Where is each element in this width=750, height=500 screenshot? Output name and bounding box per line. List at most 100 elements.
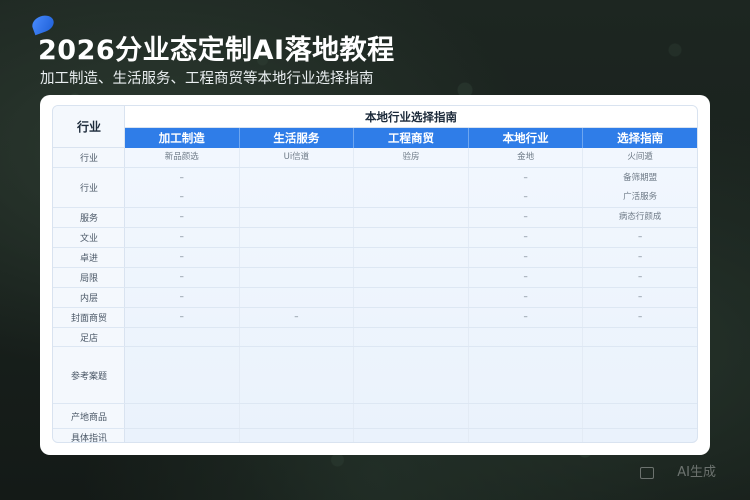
cell-text: – bbox=[523, 292, 528, 302]
table-cell bbox=[354, 248, 469, 267]
table-cell bbox=[354, 404, 469, 428]
table-cell bbox=[240, 288, 355, 307]
cell-text: 广活服务 bbox=[623, 191, 658, 202]
table-row: 行业 – – – – 备筛期盟 广活服务 bbox=[53, 168, 697, 208]
table-cell: – bbox=[583, 268, 697, 287]
column-header: 工程商贸 bbox=[354, 128, 469, 148]
industry-table: 行业 本地行业选择指南 加工制造 生活服务 工程商贸 本地行业 选择指南 行业新… bbox=[52, 105, 698, 443]
table-cell: – – bbox=[469, 168, 584, 207]
table-cell: 备筛期盟 广活服务 bbox=[583, 168, 697, 207]
table-cell: – bbox=[469, 248, 584, 267]
table-cell: – bbox=[125, 268, 240, 287]
table-row: 足店 bbox=[53, 328, 697, 347]
table-row: 参考案题 bbox=[53, 347, 697, 404]
cell-text: – bbox=[523, 232, 528, 242]
cell-text: – bbox=[179, 292, 184, 302]
table-cell bbox=[354, 288, 469, 307]
cell-text: – bbox=[179, 272, 184, 282]
cell-text: – bbox=[523, 272, 528, 282]
table-cell bbox=[469, 404, 584, 428]
table-cell: – bbox=[469, 308, 584, 327]
column-header: 本地行业 bbox=[468, 128, 584, 148]
table-cell: 火间遁 bbox=[583, 148, 697, 167]
corner-label: 行业 bbox=[53, 106, 125, 148]
table-cell bbox=[583, 328, 697, 346]
cell-text: – bbox=[179, 232, 184, 242]
table-cell bbox=[354, 308, 469, 327]
table-cell: – bbox=[469, 228, 584, 247]
table-cell: – bbox=[583, 248, 697, 267]
table-cell bbox=[354, 228, 469, 247]
table-cell bbox=[354, 168, 469, 207]
table-cell: 病态行颜成 bbox=[583, 208, 697, 227]
cell-text: – bbox=[523, 191, 528, 202]
table-cell bbox=[354, 208, 469, 227]
table-cell bbox=[125, 404, 240, 428]
table-cell bbox=[583, 404, 697, 428]
table-cell: – bbox=[125, 288, 240, 307]
row-label: 卓进 bbox=[79, 254, 98, 264]
table-cell bbox=[583, 429, 697, 442]
table-cell: – bbox=[240, 308, 355, 327]
cell-text: 验房 bbox=[402, 152, 420, 162]
row-label: 行业 bbox=[79, 154, 98, 164]
table-cell bbox=[354, 429, 469, 442]
cell-text: – bbox=[638, 312, 643, 322]
table-cell bbox=[240, 248, 355, 267]
table-row: 具体指讯 bbox=[53, 429, 697, 443]
table-cell: – bbox=[125, 248, 240, 267]
table-row: 封面商贸 – – – – bbox=[53, 308, 697, 328]
column-header: 选择指南 bbox=[583, 128, 697, 148]
table-cell bbox=[240, 347, 355, 403]
table-cell: – bbox=[469, 268, 584, 287]
table-row: 服务 – – 病态行颜成 bbox=[53, 208, 697, 228]
table-cell: 验房 bbox=[354, 148, 469, 167]
table-cell bbox=[240, 328, 355, 346]
table-row: 内层 – – – bbox=[53, 288, 697, 308]
cell-text: – bbox=[638, 252, 643, 262]
row-label: 足店 bbox=[79, 333, 98, 344]
cell-text: – bbox=[523, 312, 528, 322]
cell-text: 火间遁 bbox=[627, 152, 653, 162]
table-cell bbox=[354, 328, 469, 346]
cell-text: – bbox=[179, 212, 184, 222]
table-cell: Ui信道 bbox=[240, 148, 355, 167]
ai-badge-icon bbox=[640, 467, 654, 479]
page-title: 2026分业态定制AI落地教程 bbox=[38, 35, 395, 66]
watermark: AI生成 bbox=[677, 465, 716, 480]
cell-text: – bbox=[294, 312, 299, 322]
table-cell bbox=[354, 268, 469, 287]
cell-text: – bbox=[523, 212, 528, 222]
cell-text: – bbox=[179, 172, 184, 183]
page-subtitle: 加工制造、生活服务、工程商贸等本地行业选择指南 bbox=[40, 71, 374, 87]
cell-text: – bbox=[179, 191, 184, 202]
table-cell: – bbox=[469, 208, 584, 227]
cell-text: 病态行颜成 bbox=[618, 212, 662, 222]
table-cell: – – bbox=[125, 168, 240, 207]
table-cell bbox=[240, 208, 355, 227]
row-label: 行业 bbox=[79, 184, 98, 194]
row-label: 产地商品 bbox=[70, 412, 107, 423]
table-cell bbox=[240, 429, 355, 442]
row-label: 参考案题 bbox=[70, 371, 107, 382]
table-cell: 金地 bbox=[469, 148, 584, 167]
table-cell bbox=[240, 168, 355, 207]
table-row: 行业 新品颜选 Ui信道 验房 金地 火间遁 bbox=[53, 148, 697, 168]
guide-card: 行业 本地行业选择指南 加工制造 生活服务 工程商贸 本地行业 选择指南 行业新… bbox=[40, 95, 710, 455]
row-label: 内层 bbox=[79, 294, 98, 304]
cell-text: 金地 bbox=[517, 152, 535, 162]
table-cell bbox=[240, 404, 355, 428]
table-cell: – bbox=[125, 308, 240, 327]
table-cell bbox=[125, 429, 240, 442]
cell-text: 新品颜选 bbox=[164, 152, 199, 162]
cell-text: 备筛期盟 bbox=[623, 172, 658, 183]
column-headers: 加工制造 生活服务 工程商贸 本地行业 选择指南 bbox=[125, 128, 697, 148]
cell-text: – bbox=[523, 172, 528, 183]
row-label: 具体指讯 bbox=[70, 433, 107, 443]
table-cell bbox=[240, 228, 355, 247]
table-title: 本地行业选择指南 bbox=[125, 106, 697, 128]
row-label: 局限 bbox=[79, 274, 98, 284]
cell-text: – bbox=[638, 232, 643, 242]
cell-text: – bbox=[523, 252, 528, 262]
table-row: 卓进 – – – bbox=[53, 248, 697, 268]
